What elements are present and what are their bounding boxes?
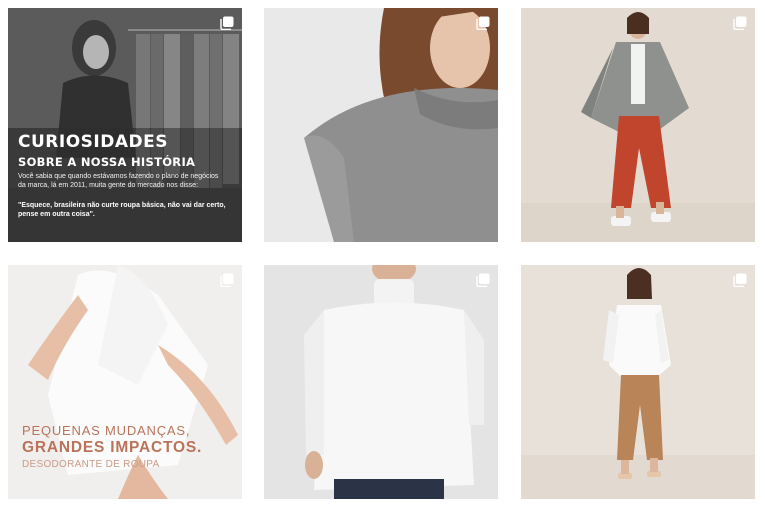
post-tile-2[interactable] — [264, 8, 498, 242]
post-grid: CURIOSIDADES SOBRE A NOSSA HISTÓRIA Você… — [0, 0, 765, 508]
post-2-image — [264, 8, 498, 242]
post-3-image — [521, 8, 755, 242]
post-tile-1[interactable]: CURIOSIDADES SOBRE A NOSSA HISTÓRIA Você… — [8, 8, 242, 242]
post-1-title: CURIOSIDADES — [18, 132, 168, 152]
multiple-images-icon — [220, 273, 234, 287]
multiple-images-icon — [733, 273, 747, 287]
multiple-images-icon — [733, 16, 747, 30]
post-1-subtitle: SOBRE A NOSSA HISTÓRIA — [18, 155, 196, 169]
post-tile-6[interactable] — [521, 265, 755, 499]
post-tile-4[interactable]: PEQUENAS MUDANÇAS, GRANDES IMPACTOS. DES… — [8, 265, 242, 499]
multiple-images-icon — [476, 273, 490, 287]
post-4-headline-line-2: GRANDES IMPACTOS. — [22, 439, 203, 456]
multiple-images-icon — [476, 16, 490, 30]
post-6-image — [521, 265, 755, 499]
multiple-images-icon — [220, 16, 234, 30]
post-4-product-name: DESODORANTE DE ROUPA — [22, 459, 160, 470]
post-5-image — [264, 265, 498, 499]
post-1-quote: "Esquece, brasileira não curte roupa bás… — [18, 202, 226, 218]
post-tile-3[interactable] — [521, 8, 755, 242]
post-1-body-text: Você sabia que quando estávamos fazendo … — [18, 173, 219, 189]
post-tile-5[interactable] — [264, 265, 498, 499]
post-4-headline-line-1: PEQUENAS MUDANÇAS, — [22, 423, 191, 438]
